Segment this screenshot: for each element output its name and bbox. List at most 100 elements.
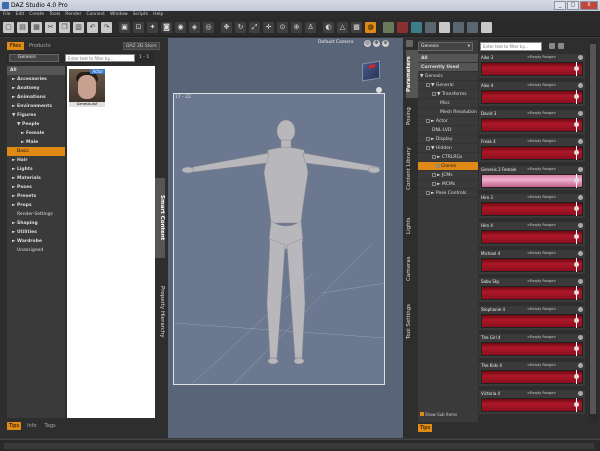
gear-icon[interactable] — [578, 111, 583, 116]
menu-help[interactable]: Help — [153, 11, 163, 19]
content-filter-input[interactable] — [65, 54, 135, 62]
copy-icon[interactable]: ❐ — [59, 22, 70, 33]
tab-cameras[interactable]: Cameras — [406, 248, 418, 290]
paste-icon[interactable]: ▥ — [73, 22, 84, 33]
tab-posing[interactable]: Posing — [406, 102, 418, 130]
category-item[interactable]: Render-Settings — [7, 210, 65, 219]
parameter-group[interactable]: ► Display — [418, 135, 478, 144]
parameter-group[interactable]: ► Pose Controls — [418, 189, 478, 198]
checkbox-icon[interactable] — [426, 145, 430, 150]
parameter-group[interactable]: ▼ Genesis — [418, 72, 478, 81]
content-dropdown[interactable]: Genesis — [9, 54, 59, 62]
checkbox-icon[interactable] — [436, 163, 440, 168]
genesis-figure[interactable] — [173, 93, 385, 385]
slider-handle[interactable] — [574, 346, 579, 351]
slider-track[interactable] — [481, 314, 583, 328]
morph-slider[interactable]: Hiro 3 <Empty Range> — [479, 194, 585, 218]
open-icon[interactable]: ▤ — [17, 22, 28, 33]
view-cube[interactable] — [362, 60, 380, 82]
layout-e-icon[interactable] — [439, 22, 450, 33]
slider-handle[interactable] — [574, 262, 579, 267]
minimize-button[interactable]: _ — [554, 1, 566, 10]
category-item[interactable]: ► Presets — [7, 192, 65, 201]
layout-h-icon[interactable] — [481, 22, 492, 33]
category-item[interactable]: ▼ Figures — [7, 111, 65, 120]
geometry-icon[interactable]: △ — [337, 22, 348, 33]
parameter-group[interactable]: ► JCMs — [418, 171, 478, 180]
gear-icon[interactable] — [578, 363, 583, 368]
checkbox-icon[interactable] — [432, 154, 436, 159]
render-settings-icon[interactable]: ◈ — [189, 22, 200, 33]
universal-icon[interactable]: ✛ — [263, 22, 274, 33]
parameter-group[interactable]: ▼ Transforms — [418, 90, 478, 99]
redo-icon[interactable]: ↷ — [101, 22, 112, 33]
genesis-thumbnail[interactable]: Actor Genesis.duf — [69, 69, 105, 107]
layout-a-icon[interactable] — [383, 22, 394, 33]
slider-handle[interactable] — [574, 374, 579, 379]
category-item[interactable]: All — [7, 66, 65, 75]
parameter-group[interactable]: ▼ Hidden — [418, 144, 478, 153]
tab-content-library[interactable]: Content Library — [406, 134, 418, 204]
gear-icon[interactable] — [578, 223, 583, 228]
joint-icon[interactable]: ⊙ — [277, 22, 288, 33]
light-icon[interactable]: ✦ — [147, 22, 158, 33]
layout-d-icon[interactable] — [425, 22, 436, 33]
tab-smart-content[interactable]: Smart Content — [155, 178, 165, 258]
parameter-filter-input[interactable] — [480, 42, 542, 51]
list-view-icon[interactable] — [549, 43, 555, 49]
menu-tools[interactable]: Tools — [49, 11, 60, 19]
move-icon[interactable]: ✥ — [221, 22, 232, 33]
parameter-group[interactable]: Misc — [418, 99, 478, 108]
tab-tags[interactable]: Tags — [43, 422, 58, 430]
checkbox-icon[interactable] — [432, 172, 436, 177]
slider-handle[interactable] — [574, 318, 579, 323]
scrollbar-thumb[interactable] — [590, 44, 596, 414]
menu-file[interactable]: File — [3, 11, 11, 19]
tab-files[interactable]: Files — [7, 42, 24, 50]
render-icon[interactable]: ◉ — [175, 22, 186, 33]
category-item[interactable]: Unassigned — [7, 246, 65, 255]
slider-track[interactable] — [481, 370, 583, 384]
slider-track[interactable] — [481, 202, 583, 216]
menu-connect[interactable]: Connect — [86, 11, 105, 19]
new-icon[interactable]: ▢ — [3, 22, 14, 33]
pose-icon[interactable]: ♙ — [305, 22, 316, 33]
morph-slider[interactable]: David 3 <Empty Range> — [479, 110, 585, 134]
layout-b-icon[interactable] — [397, 22, 408, 33]
gear-icon[interactable] — [578, 391, 583, 396]
layout-g-icon[interactable] — [467, 22, 478, 33]
morph-slider[interactable]: Aiko 4 <Empty Range> — [479, 82, 585, 106]
morph-slider[interactable]: Victoria 4 <Empty Range> — [479, 390, 585, 414]
right-tab-tips[interactable]: Tips — [418, 424, 433, 432]
gear-icon[interactable] — [578, 167, 583, 172]
spot-render-icon[interactable]: ◎ — [203, 22, 214, 33]
category-item[interactable]: ► Male — [7, 138, 65, 147]
morph-slider[interactable]: The Kids 4 <Empty Range> — [479, 362, 585, 386]
tab-info[interactable]: Info — [25, 422, 38, 430]
gear-icon[interactable] — [578, 83, 583, 88]
parameter-group[interactable]: Clones — [418, 162, 478, 171]
parameter-group[interactable]: Currently Used — [418, 63, 478, 72]
maximize-button[interactable]: □ — [567, 1, 579, 10]
save-icon[interactable]: ▦ — [31, 22, 42, 33]
category-item[interactable]: ► Lights — [7, 165, 65, 174]
menu-create[interactable]: Create — [29, 11, 44, 19]
layout-c-icon[interactable] — [411, 22, 422, 33]
camera-selector[interactable]: Default Camera — [318, 40, 354, 45]
slider-track[interactable] — [481, 258, 583, 272]
tab-lights[interactable]: Lights — [406, 208, 418, 244]
slider-track[interactable] — [481, 118, 583, 132]
close-button[interactable]: X — [580, 1, 598, 10]
checkbox-icon[interactable] — [426, 136, 430, 141]
menu-edit[interactable]: Edit — [16, 11, 25, 19]
gear-icon[interactable] — [578, 307, 583, 312]
category-item[interactable]: ► Animations — [7, 93, 65, 102]
category-item[interactable]: Basic — [7, 147, 65, 156]
menu-render[interactable]: Render — [65, 11, 81, 19]
morph-slider[interactable]: Sabu Sky <Empty Range> — [479, 278, 585, 302]
parameter-group[interactable]: ▼ General — [418, 81, 478, 90]
slider-track[interactable] — [481, 90, 583, 104]
morph-slider[interactable]: The Girl 4 <Empty Range> — [479, 334, 585, 358]
gear-icon[interactable] — [578, 279, 583, 284]
gear-icon[interactable] — [578, 139, 583, 144]
